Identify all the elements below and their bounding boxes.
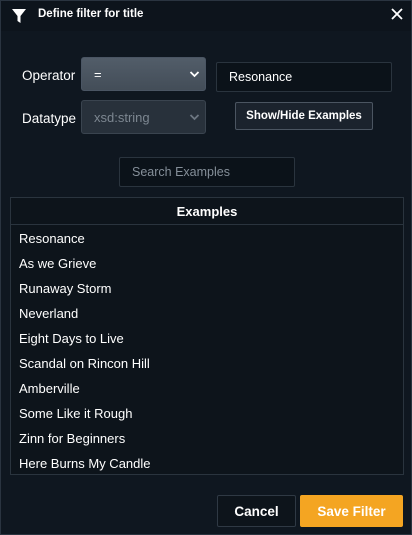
chevron-down-icon: [189, 114, 200, 121]
filter-icon: [12, 9, 26, 23]
example-item[interactable]: Eight Days to Live: [11, 326, 403, 351]
examples-panel: Examples Resonance As we Grieve Runaway …: [10, 197, 404, 475]
operator-select[interactable]: =: [81, 57, 206, 91]
examples-list: Resonance As we Grieve Runaway Storm Nev…: [11, 225, 403, 476]
example-item[interactable]: Some Like it Rough: [11, 401, 403, 426]
close-icon[interactable]: [389, 6, 405, 22]
dialog-titlebar: Define filter for title: [1, 1, 411, 31]
example-item[interactable]: Runaway Storm: [11, 276, 403, 301]
example-item[interactable]: Amberville: [11, 376, 403, 401]
filter-value-input[interactable]: [216, 62, 392, 92]
datatype-select[interactable]: xsd:string: [81, 100, 206, 134]
datatype-select-value: xsd:string: [94, 110, 150, 125]
search-examples-input[interactable]: [119, 157, 295, 187]
operator-select-value: =: [94, 67, 102, 82]
dialog-title: Define filter for title: [38, 8, 144, 20]
chevron-down-icon: [189, 71, 200, 78]
operator-label: Operator: [22, 68, 76, 83]
show-hide-examples-button[interactable]: Show/Hide Examples: [235, 102, 373, 130]
example-item[interactable]: Neverland: [11, 301, 403, 326]
example-item[interactable]: Resonance: [11, 226, 403, 251]
cancel-button[interactable]: Cancel: [217, 495, 296, 527]
examples-header: Examples: [11, 198, 403, 225]
example-item[interactable]: Zinn for Beginners: [11, 426, 403, 451]
save-filter-button[interactable]: Save Filter: [300, 495, 403, 527]
example-item[interactable]: Here Burns My Candle: [11, 451, 403, 476]
datatype-label: Datatype: [22, 111, 77, 126]
example-item[interactable]: As we Grieve: [11, 251, 403, 276]
filter-dialog: Define filter for title Operator = Datat…: [0, 0, 412, 535]
example-item[interactable]: Scandal on Rincon Hill: [11, 351, 403, 376]
